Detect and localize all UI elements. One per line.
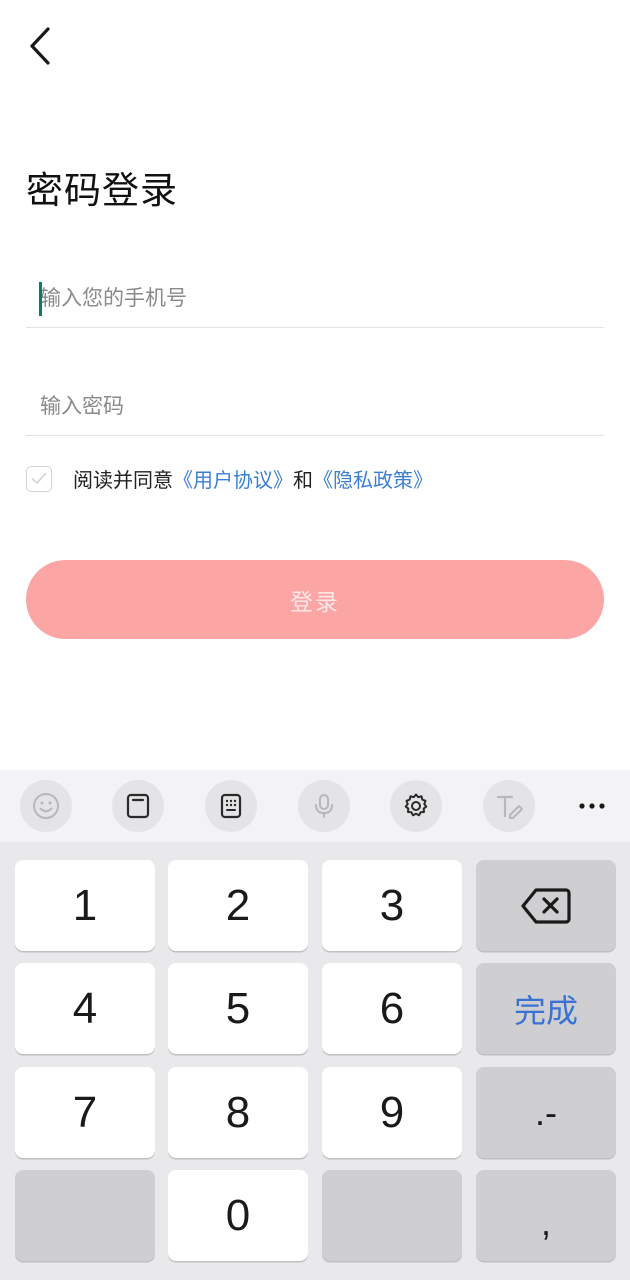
key-2[interactable]: 2	[168, 860, 308, 951]
password-field[interactable]	[26, 376, 604, 436]
handwriting-icon	[496, 795, 523, 819]
emoji-icon	[33, 793, 59, 819]
page-title: 密码登录	[26, 169, 178, 212]
microphone-icon	[315, 794, 333, 818]
phone-input[interactable]	[26, 268, 604, 327]
blank-key-right	[322, 1170, 462, 1261]
key-6[interactable]: 6	[322, 963, 462, 1054]
settings-icon	[404, 793, 428, 817]
agreement-row: 阅读并同意 《用户协议》 和 《隐私政策》	[26, 464, 433, 493]
keyboard-toolbar	[0, 770, 630, 842]
key-4[interactable]: 4	[15, 963, 155, 1054]
login-page: 密码登录 阅读并同意 《用户协议》 和 《隐私政策》 登录	[0, 0, 630, 1280]
agreement-prefix: 阅读并同意	[73, 468, 173, 492]
agreement-checkbox[interactable]	[26, 465, 52, 492]
more-button[interactable]	[566, 780, 618, 832]
more-icon	[579, 803, 605, 809]
backspace-key[interactable]	[476, 860, 616, 951]
chevron-left-icon	[30, 27, 50, 65]
handwriting-button[interactable]	[483, 780, 535, 832]
check-icon	[31, 472, 47, 484]
comma-key[interactable]: ,	[476, 1170, 616, 1261]
backspace-icon	[521, 887, 571, 924]
emoji-button[interactable]	[20, 780, 72, 832]
key-1[interactable]: 1	[15, 860, 155, 951]
key-0[interactable]: 0	[168, 1170, 308, 1261]
key-3[interactable]: 3	[322, 860, 462, 951]
numeric-keyboard: 1 2 3 4 5 6 完成 7 8 9 .- 0 ,	[0, 770, 630, 1280]
text-caret	[39, 282, 42, 316]
key-9[interactable]: 9	[322, 1067, 462, 1158]
agreement-and: 和	[293, 468, 313, 492]
clipboard-icon	[126, 793, 150, 819]
login-button[interactable]: 登录	[26, 560, 604, 639]
clipboard-button[interactable]	[112, 780, 164, 832]
dot-minus-key[interactable]: .-	[476, 1067, 616, 1158]
keypad-button[interactable]	[205, 780, 257, 832]
keypad-icon	[220, 793, 242, 819]
password-input[interactable]	[26, 376, 604, 435]
microphone-button[interactable]	[298, 780, 350, 832]
done-key[interactable]: 完成	[476, 963, 616, 1054]
settings-button[interactable]	[390, 780, 442, 832]
blank-key-left	[15, 1170, 155, 1261]
phone-field[interactable]	[26, 268, 604, 328]
user-agreement-link[interactable]: 《用户协议》	[173, 464, 293, 493]
key-7[interactable]: 7	[15, 1067, 155, 1158]
key-8[interactable]: 8	[168, 1067, 308, 1158]
privacy-policy-link[interactable]: 《隐私政策》	[313, 464, 433, 493]
back-button[interactable]	[28, 24, 68, 68]
key-5[interactable]: 5	[168, 963, 308, 1054]
